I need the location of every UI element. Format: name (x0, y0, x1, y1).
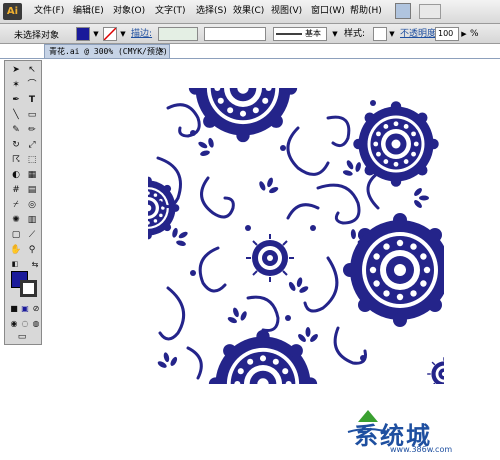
free-transform-tool-icon[interactable]: ⬚ (25, 154, 39, 167)
control-bar: 未选择对象 ▼ ▼ 描边: 基本 ▼ 样式: ▼ 不透明度: 100 ▶ % (0, 24, 500, 44)
tools-panel: ➤ ↖ ✶ ⌒ ✒ T ╲ ▭ ✎ ✏ ↻ ⤢ ☈ ⬚ ◐ ▦ # ▤ ⌿ ◎ … (4, 60, 42, 345)
eyedropper-tool-icon[interactable]: ⌿ (9, 199, 23, 212)
watermark-url: www.386w.com (390, 445, 453, 454)
default-colors-icon[interactable]: ◧ (8, 258, 22, 271)
gradient-tool-icon[interactable]: ▤ (25, 184, 39, 197)
style-label: 样式: (344, 29, 366, 39)
slice-tool-icon[interactable]: ⟋ (25, 229, 39, 242)
fill-dropdown-icon[interactable]: ▼ (91, 27, 101, 41)
zoom-tool-icon[interactable]: ⚲ (25, 244, 39, 257)
menu-help[interactable]: 帮助(H) (348, 4, 384, 19)
menu-select[interactable]: 选择(S) (194, 4, 229, 19)
shape-builder-tool-icon[interactable]: ◐ (9, 169, 23, 182)
app-logo: Ai (3, 3, 22, 20)
opacity-dropdown-icon[interactable]: ▶ (459, 27, 469, 41)
perspective-grid-tool-icon[interactable]: ▦ (25, 169, 39, 182)
menu-effect[interactable]: 效果(C) (231, 4, 266, 19)
style-swatch[interactable] (373, 27, 387, 41)
symbol-sprayer-tool-icon[interactable]: ✺ (9, 214, 23, 227)
artboard[interactable] (116, 33, 462, 439)
screen-mode-icon[interactable]: ▭ (15, 331, 29, 344)
menu-view[interactable]: 视图(V) (269, 4, 304, 19)
mesh-tool-icon[interactable]: # (9, 184, 23, 197)
menu-window[interactable]: 窗口(W) (309, 4, 347, 19)
lasso-tool-icon[interactable]: ⌒ (25, 79, 39, 92)
stroke-color-swatch[interactable] (103, 27, 117, 41)
type-tool-icon[interactable]: T (25, 94, 39, 107)
graph-tool-icon[interactable]: ▥ (25, 214, 39, 227)
opacity-field[interactable]: 100 (435, 27, 459, 41)
workspace-switcher-button[interactable] (419, 4, 441, 19)
line-tool-icon[interactable]: ╲ (9, 109, 23, 122)
none-stroke-icon (103, 27, 117, 41)
menu-type[interactable]: 文字(T) (153, 4, 188, 19)
selection-status: 未选择对象 (14, 31, 60, 41)
rectangle-tool-icon[interactable]: ▭ (25, 109, 39, 122)
style-dropdown-icon[interactable]: ▼ (387, 27, 397, 41)
scale-tool-icon[interactable]: ⤢ (25, 139, 39, 152)
stroke-swatch[interactable] (20, 280, 37, 297)
menu-bar: Ai 文件(F) 编辑(E) 对象(O) 文字(T) 选择(S) 效果(C) 视… (0, 0, 500, 24)
brush-stroke-icon (276, 33, 302, 35)
opacity-unit: % (470, 29, 479, 39)
selection-tool-icon[interactable]: ➤ (9, 64, 23, 77)
paintbrush-tool-icon[interactable]: ✎ (9, 124, 23, 137)
none-mode-icon[interactable]: ⊘ (29, 302, 43, 315)
menu-edit[interactable]: 编辑(E) (71, 4, 106, 19)
draw-inside-icon[interactable]: ◍ (29, 317, 43, 330)
menu-file[interactable]: 文件(F) (32, 4, 66, 19)
brush-label: 基本 (305, 29, 321, 38)
stroke-label[interactable]: 描边: (131, 28, 152, 40)
blue-white-porcelain-pattern (116, 33, 462, 439)
pencil-tool-icon[interactable]: ✏ (25, 124, 39, 137)
bridge-icon[interactable] (395, 3, 411, 19)
rotate-tool-icon[interactable]: ↻ (9, 139, 23, 152)
fill-color-swatch[interactable] (76, 27, 90, 41)
blend-tool-icon[interactable]: ◎ (25, 199, 39, 212)
hand-tool-icon[interactable]: ✋ (9, 244, 23, 257)
close-tab-icon[interactable]: × (158, 45, 165, 57)
artboard-tool-icon[interactable]: ▢ (9, 229, 23, 242)
swap-colors-icon[interactable]: ⇆ (28, 258, 42, 271)
stroke-dropdown-icon[interactable]: ▼ (118, 27, 128, 41)
direct-selection-tool-icon[interactable]: ↖ (25, 64, 39, 77)
menu-object[interactable]: 对象(O) (111, 4, 147, 19)
warp-tool-icon[interactable]: ☈ (9, 154, 23, 167)
brush-preview[interactable]: 基本 (273, 27, 327, 41)
variable-width-field[interactable] (204, 27, 266, 41)
magic-wand-tool-icon[interactable]: ✶ (9, 79, 23, 92)
stroke-weight-field[interactable] (158, 27, 198, 41)
brush-dropdown-icon[interactable]: ▼ (330, 27, 340, 41)
opacity-label[interactable]: 不透明度: (400, 28, 439, 40)
document-tab[interactable]: 青花.ai @ 300% (CMYK/预览) (44, 44, 170, 58)
pen-tool-icon[interactable]: ✒ (9, 94, 23, 107)
